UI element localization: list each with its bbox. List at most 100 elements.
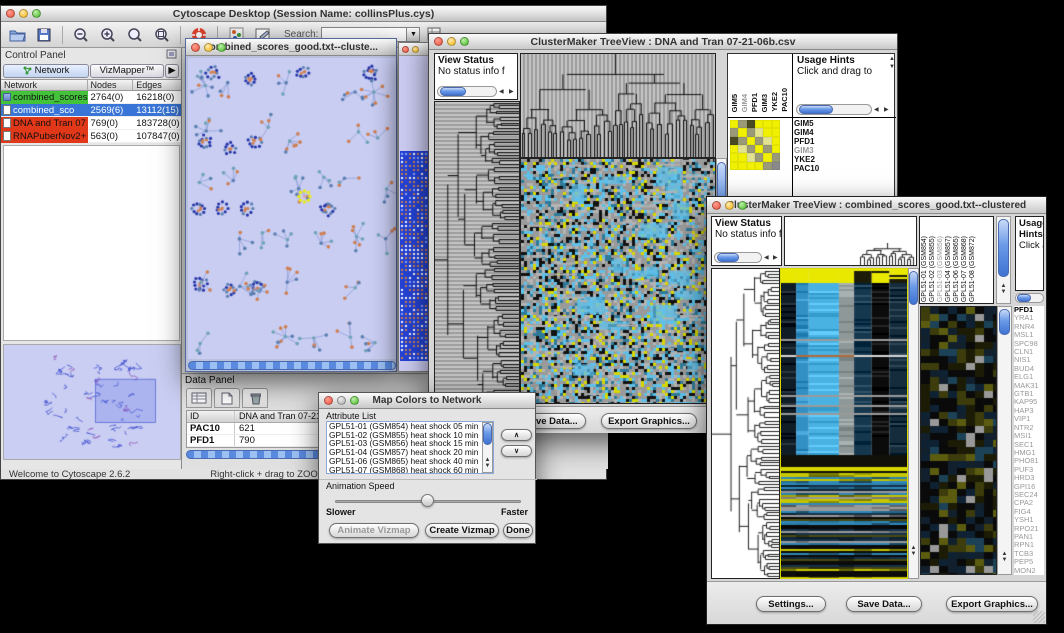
zoom-window-icon[interactable] bbox=[217, 43, 226, 52]
minimize-icon[interactable] bbox=[447, 37, 456, 46]
move-up-button[interactable]: ∧ bbox=[501, 429, 532, 441]
tv1-usage-hscrollbar[interactable] bbox=[796, 104, 872, 115]
network-window-titlebar[interactable]: combined_scores_good.txt--cluste... bbox=[186, 39, 396, 56]
scroll-thumb[interactable] bbox=[440, 87, 466, 96]
zoom-window-icon[interactable] bbox=[32, 9, 41, 18]
new-attribute-icon[interactable] bbox=[214, 388, 240, 408]
scroll-left-icon[interactable]: ◀ bbox=[764, 255, 769, 261]
network-row[interactable]: combined_scores 2764(0) 16218(0) bbox=[1, 91, 181, 104]
minimize-icon[interactable] bbox=[204, 43, 213, 52]
attribute-listbox[interactable]: GPL51-01 (GSM854) heat shock 05 minGPL51… bbox=[326, 421, 494, 474]
network-row[interactable]: combined_sco 2569(6) 13112(15) bbox=[1, 104, 181, 117]
settings-button[interactable]: Settings... bbox=[756, 596, 826, 612]
matrix-cell[interactable] bbox=[755, 153, 763, 161]
close-icon[interactable] bbox=[712, 201, 721, 210]
scroll-right-icon[interactable]: ▶ bbox=[884, 107, 889, 113]
tv2-zoom-heatmap[interactable] bbox=[920, 306, 997, 575]
gene-label[interactable]: YKE2 bbox=[794, 155, 819, 164]
scroll-thumb[interactable] bbox=[909, 271, 918, 305]
matrix-cell[interactable] bbox=[763, 162, 771, 170]
matrix-cell[interactable] bbox=[738, 162, 746, 170]
treeview1-titlebar[interactable]: ClusterMaker TreeView : DNA and Tran 07-… bbox=[429, 34, 897, 50]
gene-label[interactable]: GIM4 bbox=[794, 128, 819, 137]
matrix-cell[interactable] bbox=[738, 128, 746, 136]
save-icon[interactable] bbox=[32, 24, 56, 46]
column-label[interactable]: PFD1 bbox=[750, 93, 759, 112]
close-icon[interactable] bbox=[191, 43, 200, 52]
column-label[interactable]: GPL51-03 (GSM856) bbox=[937, 236, 944, 302]
col-edges[interactable]: Edges bbox=[133, 80, 181, 90]
network-row[interactable]: DNA and Tran 07 769(0) 183728(0) bbox=[1, 117, 181, 130]
matrix-cell[interactable] bbox=[747, 153, 755, 161]
column-label[interactable]: GPL51-02 (GSM855) bbox=[929, 236, 936, 302]
zoom-selected-icon[interactable] bbox=[150, 24, 174, 46]
scroll-thumb[interactable] bbox=[799, 105, 833, 114]
scroll-right-icon[interactable]: ▶ bbox=[509, 89, 514, 95]
matrix-cell[interactable] bbox=[763, 128, 771, 136]
dense-network-view[interactable] bbox=[400, 151, 429, 361]
speed-slider-thumb[interactable] bbox=[421, 494, 434, 507]
gene-label[interactable]: PAC10 bbox=[794, 164, 819, 173]
matrix-cell[interactable] bbox=[738, 145, 746, 153]
desktop-titlebar[interactable]: Cytoscape Desktop (Session Name: collins… bbox=[1, 6, 606, 22]
scroll-left-icon[interactable]: ◀ bbox=[499, 89, 504, 95]
matrix-cell[interactable] bbox=[755, 120, 763, 128]
matrix-cell[interactable] bbox=[755, 145, 763, 153]
column-label[interactable]: GIM3 bbox=[760, 94, 769, 112]
delete-attribute-icon[interactable] bbox=[242, 388, 268, 408]
resize-grip[interactable] bbox=[1033, 611, 1045, 623]
attribute-list-vscrollbar[interactable]: ▲ ▼ bbox=[482, 422, 493, 473]
matrix-cell[interactable] bbox=[730, 162, 738, 170]
dialog-titlebar[interactable]: Map Colors to Network bbox=[319, 393, 535, 409]
col-network[interactable]: Network bbox=[1, 80, 88, 90]
matrix-cell[interactable] bbox=[772, 120, 780, 128]
minimize-icon[interactable] bbox=[412, 46, 419, 53]
matrix-cell[interactable] bbox=[755, 137, 763, 145]
open-file-icon[interactable] bbox=[5, 24, 29, 46]
column-label[interactable]: GPL51-06 (GSM865) bbox=[953, 236, 960, 302]
matrix-cell[interactable] bbox=[747, 145, 755, 153]
zoom-window-icon[interactable] bbox=[350, 396, 359, 405]
scroll-down-icon[interactable]: ▼ bbox=[998, 557, 1011, 563]
zoom-window-icon[interactable] bbox=[460, 37, 469, 46]
col-nodes[interactable]: Nodes bbox=[88, 80, 134, 90]
matrix-cell[interactable] bbox=[772, 145, 780, 153]
minimize-icon[interactable] bbox=[725, 201, 734, 210]
tv2-global-heatmap[interactable] bbox=[780, 268, 908, 579]
matrix-cell[interactable] bbox=[763, 120, 771, 128]
scroll-thumb[interactable] bbox=[999, 309, 1010, 335]
gene-label[interactable]: GIM3 bbox=[794, 146, 819, 155]
close-icon[interactable] bbox=[6, 9, 15, 18]
matrix-cell[interactable] bbox=[747, 128, 755, 136]
column-label[interactable]: GIM4 bbox=[740, 94, 749, 112]
tab-network[interactable]: Network bbox=[3, 64, 89, 78]
matrix-cell[interactable] bbox=[763, 145, 771, 153]
treeview2-titlebar[interactable]: ClusterMaker TreeView : combined_scores_… bbox=[707, 197, 1046, 214]
tv1-column-dendrogram[interactable] bbox=[520, 53, 716, 158]
close-icon[interactable] bbox=[324, 396, 333, 405]
animate-vizmap-button[interactable]: Animate Vizmap bbox=[329, 523, 419, 538]
matrix-cell[interactable] bbox=[747, 120, 755, 128]
column-label[interactable]: GIM5 bbox=[730, 94, 739, 112]
network-overview-thumbnail[interactable] bbox=[3, 344, 181, 460]
minimize-icon[interactable] bbox=[19, 9, 28, 18]
close-icon[interactable] bbox=[434, 37, 443, 46]
matrix-cell[interactable] bbox=[772, 128, 780, 136]
matrix-cell[interactable] bbox=[763, 153, 771, 161]
scroll-down-icon[interactable]: ▼ bbox=[909, 551, 918, 557]
matrix-cell[interactable] bbox=[747, 162, 755, 170]
column-label[interactable]: YKE2 bbox=[770, 92, 779, 112]
scroll-down-icon[interactable]: ▼ bbox=[997, 289, 1010, 295]
gene-label[interactable]: PFD1 bbox=[794, 137, 819, 146]
scroll-left-icon[interactable]: ◀ bbox=[874, 107, 879, 113]
save-data-button[interactable]: Save Data... bbox=[846, 596, 922, 612]
matrix-cell[interactable] bbox=[772, 137, 780, 145]
tv2-column-dendrogram[interactable] bbox=[859, 243, 915, 265]
close-icon[interactable] bbox=[402, 46, 409, 53]
tv2-heatmap-vscrollbar[interactable]: ▲ ▼ bbox=[908, 268, 919, 579]
matrix-cell[interactable] bbox=[730, 120, 738, 128]
attribute-select-icon[interactable] bbox=[186, 388, 212, 408]
minimize-icon[interactable] bbox=[337, 396, 346, 405]
scroll-thumb[interactable] bbox=[1017, 294, 1031, 302]
matrix-cell[interactable] bbox=[738, 120, 746, 128]
